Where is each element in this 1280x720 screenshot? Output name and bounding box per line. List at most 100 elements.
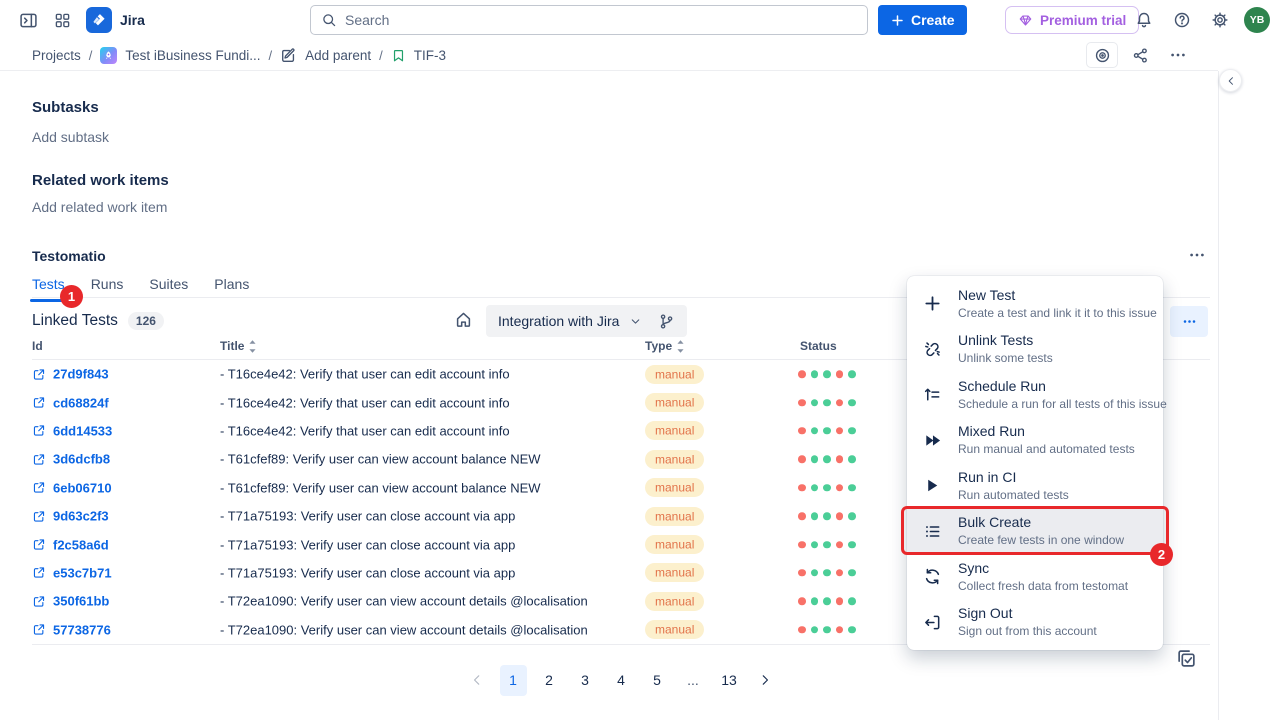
create-button[interactable]: Create xyxy=(878,5,967,35)
menu-item-subtitle: Run manual and automated tests xyxy=(958,442,1135,457)
passed-status-dot xyxy=(848,541,856,549)
eye-icon xyxy=(1094,47,1111,64)
add-related-work-item-button[interactable]: Add related work item xyxy=(32,199,167,215)
failed-status-dot xyxy=(836,456,844,464)
menu-item-subtitle: Unlink some tests xyxy=(958,351,1053,366)
menu-item-sign-out[interactable]: Sign OutSign out from this account xyxy=(907,600,1163,646)
test-title: - T71a75193: Verify user can close accou… xyxy=(220,565,515,580)
collapse-panel-button[interactable] xyxy=(1219,69,1242,92)
branch-icon[interactable] xyxy=(658,313,675,330)
test-id-link[interactable]: 350f61bb xyxy=(32,594,109,609)
linked-tests-more-button[interactable] xyxy=(1170,306,1208,337)
share-button[interactable] xyxy=(1124,42,1156,68)
test-id-text: 3d6dcfb8 xyxy=(53,452,110,467)
test-id-text: 9d63c2f3 xyxy=(53,509,109,524)
test-id-link[interactable]: 57738776 xyxy=(32,622,111,637)
settings-button[interactable] xyxy=(1206,6,1234,34)
column-header-type[interactable]: Type xyxy=(645,339,685,353)
plus-icon xyxy=(921,294,943,313)
pagination-prev-button[interactable] xyxy=(464,665,491,696)
jira-logo[interactable] xyxy=(86,7,112,33)
menu-item-run-in-ci[interactable]: Run in CIRun automated tests xyxy=(907,463,1163,509)
passed-status-dot xyxy=(811,484,819,492)
test-id-link[interactable]: cd68824f xyxy=(32,395,109,410)
test-type-cell: manual xyxy=(645,365,704,383)
passed-status-dot xyxy=(811,427,819,435)
global-search[interactable] xyxy=(310,5,868,35)
premium-trial-button[interactable]: Premium trial xyxy=(1005,6,1139,34)
passed-status-dot xyxy=(848,569,856,577)
menu-item-title: Mixed Run xyxy=(958,423,1135,440)
notifications-button[interactable] xyxy=(1130,6,1158,34)
menu-item-unlink-tests[interactable]: Unlink TestsUnlink some tests xyxy=(907,327,1163,373)
add-parent-button[interactable]: Add parent xyxy=(280,47,371,64)
app-switcher-button[interactable] xyxy=(48,6,76,34)
status-dots xyxy=(798,484,856,492)
test-id-link[interactable]: 6dd14533 xyxy=(32,423,112,438)
pagination-next-button[interactable] xyxy=(752,665,779,696)
issue-more-actions-button[interactable] xyxy=(1162,42,1194,68)
panel-divider xyxy=(1218,71,1219,720)
column-header-id[interactable]: Id xyxy=(32,339,43,353)
sort-icon xyxy=(248,340,257,353)
ellipsis-icon xyxy=(1182,314,1197,329)
test-title: - T16ce4e42: Verify that user can edit a… xyxy=(220,367,510,382)
premium-trial-label: Premium trial xyxy=(1040,13,1126,28)
project-selector[interactable]: Integration with Jira xyxy=(486,305,687,337)
issue-key-label: TIF-3 xyxy=(414,48,446,63)
pagination-page-5[interactable]: 5 xyxy=(644,665,671,696)
pagination-page-4[interactable]: 4 xyxy=(608,665,635,696)
linked-tests-count-badge: 126 xyxy=(128,312,164,330)
test-id-link[interactable]: e53c7b71 xyxy=(32,565,112,580)
menu-item-title: Run in CI xyxy=(958,469,1069,486)
user-avatar[interactable]: YB xyxy=(1244,7,1270,33)
failed-status-dot xyxy=(798,484,806,492)
menu-item-bulk-create[interactable]: Bulk CreateCreate few tests in one windo… xyxy=(907,509,1163,555)
type-badge: manual xyxy=(645,478,704,497)
menu-item-text: Sign OutSign out from this account xyxy=(958,605,1097,639)
breadcrumb-projects[interactable]: Projects xyxy=(32,48,81,63)
column-header-title[interactable]: Title xyxy=(220,339,257,353)
linked-tests-label: Linked Tests xyxy=(32,312,118,330)
add-subtask-button[interactable]: Add subtask xyxy=(32,129,109,145)
menu-item-schedule-run[interactable]: Schedule RunSchedule a run for all tests… xyxy=(907,372,1163,418)
menu-item-new-test[interactable]: New TestCreate a test and link it it to … xyxy=(907,281,1163,327)
passed-status-dot xyxy=(811,626,819,634)
bulk-select-icon[interactable] xyxy=(1176,648,1197,669)
search-input[interactable] xyxy=(345,12,857,28)
menu-item-sync[interactable]: SyncCollect fresh data from testomat xyxy=(907,554,1163,600)
share-icon xyxy=(1132,47,1149,64)
menu-item-mixed-run[interactable]: Mixed Run Run manual and automated tests xyxy=(907,418,1163,464)
breadcrumb-issue[interactable]: TIF-3 xyxy=(391,48,446,63)
watch-button[interactable] xyxy=(1086,42,1118,68)
test-id-link[interactable]: 9d63c2f3 xyxy=(32,509,109,524)
pagination-page-2[interactable]: 2 xyxy=(536,665,563,696)
test-id-link[interactable]: 27d9f843 xyxy=(32,367,109,382)
add-parent-label: Add parent xyxy=(305,48,371,63)
top-navigation-bar: Jira Create Premium trial YB xyxy=(0,0,1280,40)
testomatio-more-button[interactable] xyxy=(1188,246,1206,264)
breadcrumb-project[interactable]: Test iBusiness Fundi... xyxy=(100,47,260,64)
failed-status-dot xyxy=(798,598,806,606)
app-name: Jira xyxy=(120,12,145,28)
help-button[interactable] xyxy=(1168,6,1196,34)
passed-status-dot xyxy=(823,512,831,520)
external-link-icon xyxy=(32,452,46,466)
type-badge: manual xyxy=(645,507,704,526)
passed-status-dot xyxy=(848,456,856,464)
linked-tests-title: Linked Tests 126 xyxy=(32,312,164,330)
type-badge: manual xyxy=(645,563,704,582)
test-id-link[interactable]: f2c58a6d xyxy=(32,537,109,552)
failed-status-dot xyxy=(798,427,806,435)
menu-item-subtitle: Create a test and link it it to this iss… xyxy=(958,306,1157,321)
test-id-link[interactable]: 6eb06710 xyxy=(32,480,112,495)
pagination-page-1[interactable]: 1 xyxy=(500,665,527,696)
failed-status-dot xyxy=(836,598,844,606)
sidebar-toggle-button[interactable] xyxy=(14,6,42,34)
test-id-text: 6eb06710 xyxy=(53,480,112,495)
menu-item-text: Bulk CreateCreate few tests in one windo… xyxy=(958,514,1124,548)
test-id-link[interactable]: 3d6dcfb8 xyxy=(32,452,110,467)
pagination-page-3[interactable]: 3 xyxy=(572,665,599,696)
pagination-page-13[interactable]: 13 xyxy=(716,665,743,696)
home-button[interactable] xyxy=(454,310,473,329)
